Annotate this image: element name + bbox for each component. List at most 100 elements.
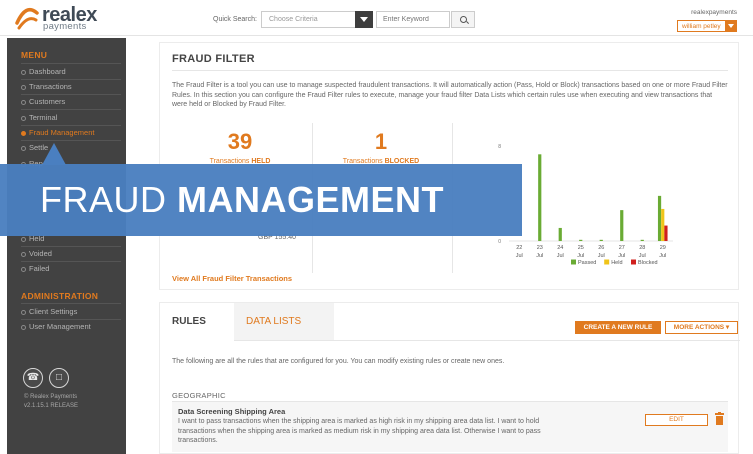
account-name: realexpayments bbox=[691, 9, 737, 16]
chat-icon[interactable]: □ bbox=[49, 368, 69, 388]
sidebar-item-customers[interactable]: Customers bbox=[21, 97, 65, 106]
administration-heading: ADMINISTRATION bbox=[21, 291, 99, 301]
x-tick-day: 28 bbox=[639, 245, 645, 251]
bullet-icon bbox=[21, 130, 26, 136]
x-tick-day: 27 bbox=[619, 245, 625, 251]
tab-data-lists[interactable]: DATA LISTS bbox=[234, 303, 334, 341]
divider bbox=[21, 246, 121, 247]
bar-held-29 bbox=[661, 208, 665, 241]
y-tick-label: 0 bbox=[498, 239, 501, 245]
bar-passed-24 bbox=[558, 227, 562, 241]
sidebar-item-label: Voided bbox=[29, 249, 52, 258]
rule-title: Data Screening Shipping Area bbox=[178, 407, 286, 416]
x-tick-day: 24 bbox=[557, 245, 563, 251]
user-menu-label: william petley bbox=[682, 23, 721, 30]
tab-rules[interactable]: RULES bbox=[160, 303, 234, 341]
bar-passed-23 bbox=[538, 154, 542, 241]
sidebar-item-dashboard[interactable]: Dashboard bbox=[21, 67, 66, 76]
rules-panel: RULES DATA LISTS CREATE A NEW RULE MORE … bbox=[159, 302, 740, 454]
sidebar-item-label: Transactions bbox=[29, 82, 72, 91]
divider bbox=[21, 63, 121, 64]
bullet-icon bbox=[21, 266, 26, 272]
caret-down-icon[interactable] bbox=[725, 20, 737, 32]
panel-title: FRAUD FILTER bbox=[172, 53, 255, 65]
bullet-icon bbox=[21, 99, 26, 105]
logo-subword: payments bbox=[43, 21, 87, 32]
divider bbox=[21, 303, 121, 304]
divider bbox=[21, 79, 121, 80]
quick-search-label: Quick Search: bbox=[213, 16, 257, 23]
bar-passed-28 bbox=[640, 239, 644, 241]
legend-swatch-passed bbox=[571, 259, 576, 265]
top-header: realex payments Quick Search: Choose Cri… bbox=[0, 0, 753, 36]
x-tick-month: Jul bbox=[536, 253, 543, 259]
divider bbox=[21, 261, 121, 262]
divider bbox=[21, 319, 121, 320]
sidebar-item-label: Fraud Management bbox=[29, 128, 95, 137]
banner-word-2: MANAGEMENT bbox=[177, 179, 444, 220]
sidebar-subitem-failed[interactable]: Failed bbox=[21, 264, 49, 273]
rule-description: I want to pass transactions when the shi… bbox=[178, 418, 541, 444]
divider bbox=[21, 109, 121, 110]
x-tick-day: 23 bbox=[537, 245, 543, 251]
x-tick-day: 26 bbox=[598, 245, 604, 251]
divider bbox=[172, 70, 728, 71]
realex-logo[interactable]: realex payments bbox=[14, 5, 134, 33]
divider bbox=[334, 340, 740, 341]
sidebar-item-user-management[interactable]: User Management bbox=[21, 322, 91, 331]
search-button[interactable] bbox=[451, 11, 475, 28]
divider bbox=[21, 140, 121, 141]
x-tick-day: 29 bbox=[660, 245, 666, 251]
divider bbox=[21, 125, 121, 126]
chevron-down-icon[interactable] bbox=[355, 11, 373, 28]
held-count: 39 bbox=[227, 129, 253, 154]
menu-heading: MENU bbox=[21, 50, 48, 60]
sidebar-item-label: Failed bbox=[29, 264, 50, 273]
x-tick-day: 25 bbox=[578, 245, 584, 251]
x-tick-month: Jul bbox=[577, 253, 584, 259]
x-tick-day: 22 bbox=[516, 245, 522, 251]
sidebar-item-fraud-management[interactable]: Fraud Management bbox=[21, 128, 94, 137]
x-tick-month: Jul bbox=[639, 253, 646, 259]
banner-title: FRAUD MANAGEMENT bbox=[40, 181, 444, 219]
x-tick-month: Jul bbox=[516, 253, 523, 259]
y-tick-label: 8 bbox=[498, 144, 501, 150]
keyword-input[interactable] bbox=[376, 11, 450, 28]
bar-passed-27 bbox=[620, 210, 624, 241]
bar-passed-26 bbox=[599, 239, 603, 241]
banner-pointer bbox=[42, 143, 66, 165]
bullet-icon bbox=[21, 115, 26, 121]
create-new-rule-button[interactable]: CREATE A NEW RULE bbox=[575, 321, 661, 334]
user-menu-button[interactable]: william petley bbox=[677, 20, 737, 32]
phone-icon[interactable]: ☎ bbox=[23, 368, 43, 388]
bullet-icon bbox=[21, 251, 26, 257]
group-heading-geographic: GEOGRAPHIC bbox=[172, 391, 226, 400]
bullet-icon bbox=[21, 69, 26, 75]
x-tick-month: Jul bbox=[659, 253, 666, 259]
sidebar-item-transactions[interactable]: Transactions bbox=[21, 82, 72, 91]
bar-passed-25 bbox=[579, 239, 583, 241]
x-tick-month: Jul bbox=[598, 253, 605, 259]
criteria-select[interactable]: Choose Criteria bbox=[261, 11, 373, 28]
copyright-text: © Realex Payments bbox=[24, 394, 78, 400]
blocked-count: 1 bbox=[374, 129, 388, 154]
version-text: v2.1.15.1 RELEASE bbox=[24, 403, 79, 409]
sidebar-item-label: Client Settings bbox=[29, 307, 78, 316]
trash-icon[interactable] bbox=[715, 412, 724, 425]
bullet-icon bbox=[21, 309, 26, 315]
bullet-icon bbox=[21, 324, 26, 330]
bullet-icon bbox=[21, 84, 26, 90]
legend-label-held: Held bbox=[611, 260, 622, 266]
sidebar-item-client-settings[interactable]: Client Settings bbox=[21, 307, 77, 316]
bar-blocked-29 bbox=[664, 225, 668, 241]
legend-label-blocked: Blocked bbox=[638, 260, 658, 266]
sidebar: MENU Dashboard Transactions Customers Te… bbox=[7, 38, 126, 454]
edit-rule-button[interactable]: EDIT bbox=[645, 414, 708, 426]
criteria-select-value: Choose Criteria bbox=[269, 16, 318, 23]
sidebar-item-terminal[interactable]: Terminal bbox=[21, 113, 57, 122]
panel-description: The Fraud Filter is a tool you can use t… bbox=[172, 82, 728, 108]
realex-logo-mark-icon bbox=[15, 7, 39, 30]
more-actions-button[interactable]: MORE ACTIONS ▾ bbox=[665, 321, 738, 334]
view-all-fraud-transactions-link[interactable]: View All Fraud Filter Transactions bbox=[172, 274, 292, 283]
sidebar-subitem-voided[interactable]: Voided bbox=[21, 249, 52, 258]
